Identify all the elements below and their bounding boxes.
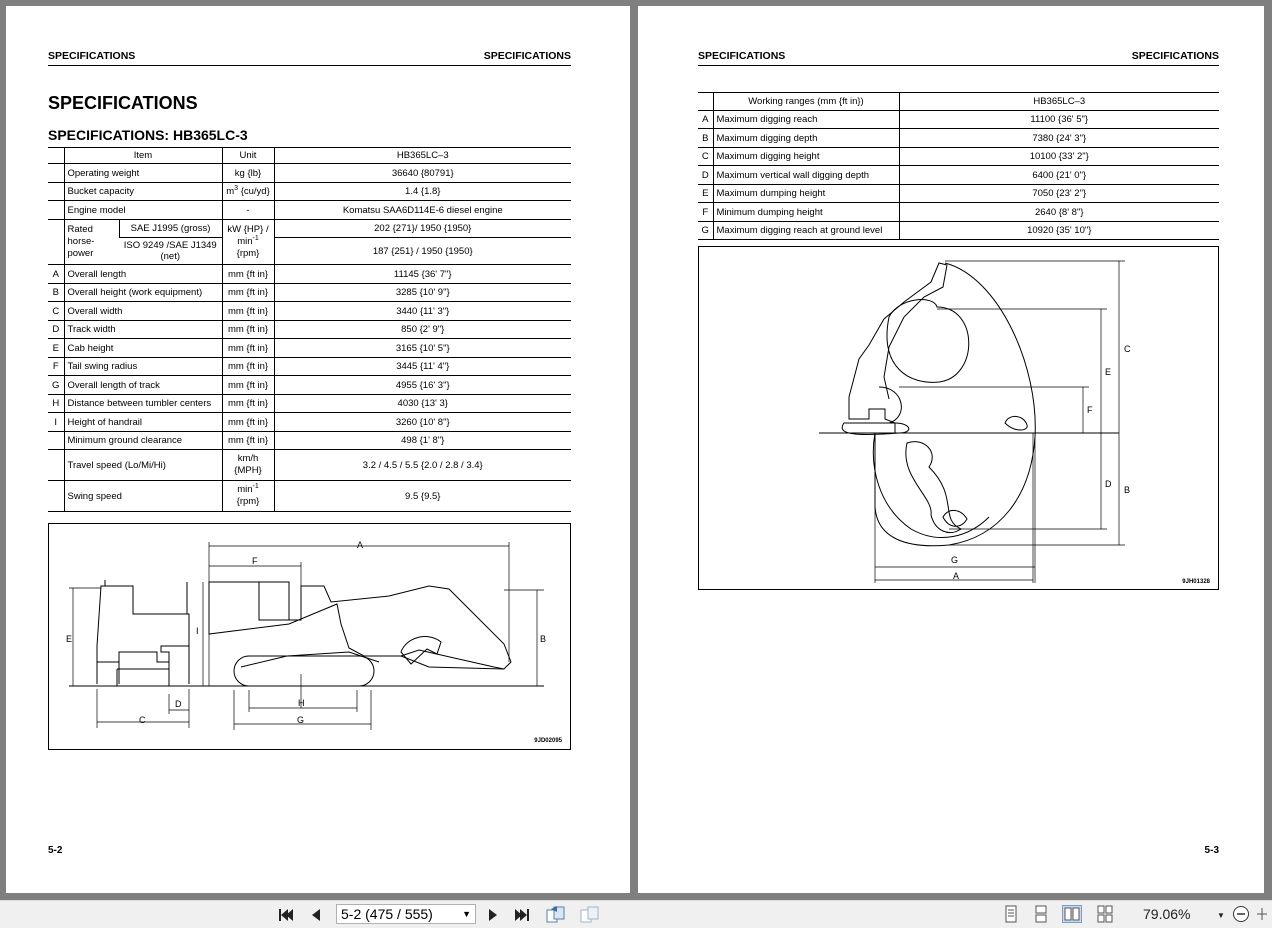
header-rule <box>698 65 1219 66</box>
table-row: Bucket capacity m3 {cu/yd} 1.4 {1.8} <box>48 182 571 201</box>
table-row: G Overall length of track mm {ft in} 4955 {… <box>48 375 571 395</box>
figure-code: 9JH01328 <box>1182 579 1210 585</box>
single-page-view-icon[interactable] <box>1001 905 1021 923</box>
page-dropdown-chevron-icon[interactable]: ▼ <box>462 905 471 923</box>
table-row: D Maximum vertical wall digging depth 6400… <box>698 165 1219 185</box>
dimension-label-d: D <box>175 699 182 709</box>
range-label-a: A <box>953 571 959 581</box>
range-label-c: C <box>1124 344 1131 354</box>
table-row: Engine model - Komatsu SAA6D114E-6 diese… <box>48 200 571 220</box>
machine-dimensions-drawing: A B C D E F G H I <box>66 540 546 730</box>
last-page-icon[interactable] <box>513 905 531 925</box>
table-row: G Maximum digging reach at ground level 10… <box>698 221 1219 240</box>
range-label-d: D <box>1105 479 1112 489</box>
range-label-e: E <box>1105 367 1111 377</box>
next-page-icon[interactable] <box>486 905 500 925</box>
facing-pages-view-icon[interactable] <box>1062 905 1082 923</box>
page-number-value[interactable]: 5-2 (475 / 555) <box>341 906 433 922</box>
working-ranges-table: Working ranges (mm {ft in}) HB365LC–3 AM… <box>698 92 1219 240</box>
table-row: E Maximum dumping height 7050 {23' 2"} <box>698 184 1219 203</box>
table-row: D Track width mm {ft in} 850 {2' 9"} <box>48 320 571 339</box>
power-group-label: Rated horse-power <box>63 219 119 265</box>
table-row-power-gross: Rated horse-power SAE J1995 (gross) kW {… <box>48 219 571 265</box>
range-label-g: G <box>951 555 958 565</box>
table-row: C Maximum digging height 10100 {33' 2"} <box>698 147 1219 166</box>
dimension-label-a: A <box>357 540 363 550</box>
dimension-label-h: H <box>298 698 305 708</box>
power-unit: kW {HP} / min-1 {rpm} <box>221 219 274 265</box>
figure-code: 9JD02095 <box>534 738 562 744</box>
table-row: F Tail swing radius mm {ft in} 3445 {11' 4"… <box>48 357 571 376</box>
header-item: Item <box>63 147 222 164</box>
page-number: 5-2 <box>48 845 63 856</box>
table-row-swing-speed: Swing speed min-1 {rpm} 9.5 {9.5} <box>48 480 571 512</box>
dimension-label-i: I <box>196 626 199 636</box>
table-row: B Overall height (work equipment) mm {ft i… <box>48 283 571 302</box>
table-row-travel-speed: Travel speed (Lo/Mi/Hi) km/h {MPH} 3.2 / … <box>48 449 571 481</box>
zoom-level[interactable]: 79.06% <box>1143 906 1190 922</box>
table-header-row: Working ranges (mm {ft in}) HB365LC–3 <box>698 92 1219 111</box>
header-rule <box>48 65 571 66</box>
continuous-facing-view-icon[interactable] <box>1095 905 1115 923</box>
header-model: HB365LC–3 <box>273 147 571 164</box>
previous-page-icon[interactable] <box>309 905 323 925</box>
go-back-view-icon[interactable] <box>544 904 568 924</box>
continuous-view-icon[interactable] <box>1031 905 1051 923</box>
table-row: E Cab height mm {ft in} 3165 {10' 5"} <box>48 338 571 358</box>
running-header-right: SPECIFICATIONS <box>1131 50 1219 62</box>
go-forward-view-icon[interactable] <box>578 904 602 924</box>
table-row: B Maximum digging depth 7380 {24' 3"} <box>698 128 1219 148</box>
section-subtitle: SPECIFICATIONS: HB365LC-3 <box>48 127 248 143</box>
page-5-3: SPECIFICATIONS SPECIFICATIONS Working ra… <box>638 6 1264 893</box>
table-row: Minimum ground clearance mm {ft in} 498 {1… <box>48 431 571 450</box>
running-header-left: SPECIFICATIONS <box>698 50 786 62</box>
range-label-b: B <box>1124 485 1130 495</box>
working-ranges-figure: A B C D E F G 9JH01328 <box>698 246 1219 590</box>
table-header-row: Item Unit HB365LC–3 <box>48 147 571 164</box>
range-label-f: F <box>1087 405 1093 415</box>
first-page-icon[interactable] <box>277 905 295 925</box>
table-row: I Height of handrail mm {ft in} 3260 {10' 8… <box>48 412 571 432</box>
table-row: F Minimum dumping height 2640 {8' 8"} <box>698 202 1219 222</box>
zoom-out-icon[interactable] <box>1231 904 1251 924</box>
table-row: Operating weight kg {lb} 36640 {80791} <box>48 163 571 183</box>
table-row: H Distance between tumbler centers mm {ft … <box>48 394 571 413</box>
table-row: A Maximum digging reach 11100 {36' 5"} <box>698 110 1219 129</box>
zoom-dropdown-chevron-icon[interactable]: ▼ <box>1216 905 1226 925</box>
header-item: Working ranges (mm {ft in}) <box>712 92 899 111</box>
document-viewport[interactable]: SPECIFICATIONS SPECIFICATIONS SPECIFICAT… <box>0 0 1272 900</box>
dimension-label-c: C <box>139 715 146 725</box>
section-title: SPECIFICATIONS <box>48 93 198 113</box>
header-model: HB365LC–3 <box>898 92 1219 111</box>
dimension-label-g: G <box>297 715 304 725</box>
page-number: 5-3 <box>1204 845 1219 856</box>
table-row: A Overall length mm {ft in} 11145 {36' 7"} <box>48 264 571 284</box>
dimension-label-b: B <box>540 634 546 644</box>
zoom-slider-handle[interactable] <box>1255 904 1269 924</box>
running-header-left: SPECIFICATIONS <box>48 50 136 62</box>
page-number-field[interactable]: 5-2 (475 / 555) ▼ <box>336 904 476 924</box>
running-header-right: SPECIFICATIONS <box>483 50 571 62</box>
page-5-2: SPECIFICATIONS SPECIFICATIONS SPECIFICAT… <box>6 6 630 893</box>
dimension-label-e: E <box>66 634 72 644</box>
dimension-label-f: F <box>252 556 258 566</box>
table-row: C Overall width mm {ft in} 3440 {11' 3"} <box>48 301 571 321</box>
specifications-table: Item Unit HB365LC–3 Operating weight kg … <box>48 147 571 512</box>
working-ranges-drawing: A B C D E F G <box>819 260 1131 583</box>
table-row-power-net: ISO 9249 /SAE J1349 (net) 187 {251} / 19… <box>48 237 571 265</box>
header-unit: Unit <box>221 147 274 164</box>
machine-dimensions-figure: A B C D E F G H I 9JD02095 <box>48 523 571 750</box>
